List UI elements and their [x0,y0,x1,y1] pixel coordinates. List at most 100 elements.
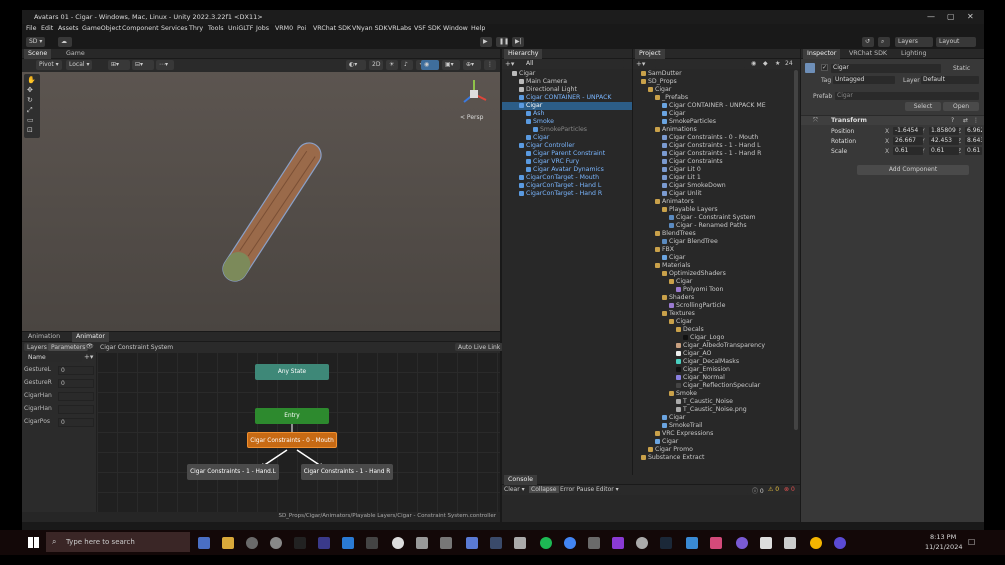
snap-icon[interactable]: ⊞▾ [108,60,130,70]
add-component-button[interactable]: Add Component [857,165,969,175]
app-icon[interactable] [784,537,796,549]
menu-help[interactable]: Help [471,25,485,32]
label-icon[interactable]: ◆ [763,60,768,67]
rotate-tool-icon[interactable]: ↻ [27,96,37,104]
project-item[interactable]: Animations [633,126,793,134]
scene-viewport[interactable]: ✋ ✥ ↻ ⤢ ▭ ⊡ < Persp [22,72,500,331]
transform-z-field[interactable]: 0.61 [965,147,982,155]
parameter-row[interactable]: CigarPos 0 [24,418,96,428]
name-field[interactable]: Cigar [831,64,941,73]
maximize-button[interactable]: ▢ [947,12,955,21]
increment-icon[interactable]: ⋯▾ [156,60,174,70]
collapse-toggle[interactable]: Collapse [529,486,559,493]
light-icon[interactable]: ☀ [386,60,398,70]
unity-icon[interactable] [392,537,404,549]
hierarchy-item[interactable]: Directional Light [502,86,632,94]
scale-tool-icon[interactable]: ⤢ [27,106,37,114]
select-button[interactable]: Select [905,102,941,111]
transform-y-field[interactable]: 1.85809 [929,127,959,135]
menu-jobs[interactable]: Jobs [256,25,269,32]
history-icon[interactable]: ↺ [862,37,874,47]
app-icon[interactable] [490,537,502,549]
clear-dropdown[interactable]: Clear ▾ [504,486,525,493]
project-item[interactable]: Cigar Constraints - 1 - Hand R [633,150,793,158]
transform-z-field[interactable]: 8.643 [965,137,982,145]
perspective-label[interactable]: < Persp [460,114,483,121]
state-machine-graph[interactable]: Any State Entry Cigar Constraints - 0 - … [97,352,500,512]
menu-vrm0[interactable]: VRM0 [275,25,293,32]
search-input[interactable]: All [524,60,624,68]
clock-date[interactable]: 11/21/2024 [925,543,962,551]
any-state-node[interactable]: Any State [255,364,329,380]
project-item[interactable]: BlendTrees [633,230,793,238]
menu-unigltf[interactable]: UniGLTF [228,25,253,32]
project-item[interactable]: Cigar_Normal [633,374,793,382]
notification-icon[interactable]: ☐ [968,538,975,547]
tag-dropdown[interactable]: Untagged [833,76,895,84]
tab-animation[interactable]: Animation [24,332,64,342]
shading-icon[interactable]: ◐▾ [346,60,366,70]
hierarchy-item[interactable]: Cigar [502,134,632,142]
project-item[interactable]: Cigar CONTAINER - UNPACK ME [633,102,793,110]
project-item[interactable]: Polyomi Toon [633,286,793,294]
tab-lighting[interactable]: Lighting [897,49,930,59]
project-item[interactable]: Cigar [633,254,793,262]
app-icon[interactable] [342,537,354,549]
steam-icon[interactable] [660,537,672,549]
settings-icon[interactable]: ⇄ [963,117,968,124]
transform-header[interactable]: ⤧ Transform ? ⇄ ⋮ [801,115,984,125]
project-item[interactable]: Cigar Unlit [633,190,793,198]
project-item[interactable]: Animators [633,198,793,206]
project-item[interactable]: Cigar Promo [633,446,793,454]
rect-tool-icon[interactable]: ▭ [27,116,37,124]
project-item[interactable]: Cigar Constraints [633,158,793,166]
parameter-row[interactable]: CigarHan [24,405,96,415]
hierarchy-item[interactable]: Cigar [502,70,632,78]
state-node-hand-r[interactable]: Cigar Constraints - 1 - Hand R [301,464,393,480]
search-input[interactable]: Name [26,354,82,362]
project-search-input[interactable] [655,60,745,68]
menu-vnyan-sdk[interactable]: VNyan SDK [352,25,388,32]
more-icon[interactable]: ⋮ [973,117,979,124]
project-item[interactable]: SmokeTrail [633,422,793,430]
layer-dropdown[interactable]: Default [921,76,979,84]
transform-tool-icon[interactable]: ⊡ [27,126,37,134]
help-icon[interactable]: ? [951,117,954,124]
tab-console[interactable]: Console [504,475,537,485]
hierarchy-item[interactable]: Cigar CONTAINER - UNPACK [502,94,632,102]
account-dropdown[interactable]: SD ▾ [26,37,46,47]
project-item[interactable]: Cigar_DecalMasks [633,358,793,366]
app-icon[interactable] [198,537,210,549]
transform-y-field[interactable]: 0.61 [929,147,959,155]
cloud-icon[interactable]: ☁ [58,37,72,47]
search-icon[interactable]: ⌕ [878,37,890,47]
file-explorer-icon[interactable] [222,537,234,549]
project-item[interactable]: Smoke [633,390,793,398]
eye-icon[interactable]: 👁 [86,343,94,350]
more-icon[interactable]: ⋮ [484,60,496,70]
filter-icon[interactable]: ◉ [751,60,756,67]
project-item[interactable]: T_Caustic_Noise [633,398,793,406]
star-icon[interactable]: ★ [775,60,780,67]
entry-node[interactable]: Entry [255,408,329,424]
visibility-icon[interactable]: ◉ [421,60,439,70]
state-node-hand-l[interactable]: Cigar Constraints - 1 - Hand.L [187,464,279,480]
pause-icon[interactable]: ❚❚ [496,37,509,47]
project-item[interactable]: Cigar [633,318,793,326]
project-item[interactable]: Textures [633,310,793,318]
hierarchy-item[interactable]: Cigar VRC Fury [502,158,632,166]
menu-file[interactable]: File [26,25,37,32]
auto-live-link-button[interactable]: Auto Live Link [455,343,504,351]
menu-thry[interactable]: Thry [189,25,203,32]
project-item[interactable]: Cigar [633,414,793,422]
app-icon[interactable] [416,537,428,549]
layers-tab[interactable]: Layers [24,343,50,351]
project-item[interactable]: Cigar_AO [633,350,793,358]
project-item[interactable]: Decals [633,326,793,334]
close-button[interactable]: ✕ [967,12,974,21]
app-icon[interactable] [246,537,258,549]
menu-component[interactable]: Component [122,25,159,32]
add-parameter-icon[interactable]: +▾ [84,353,93,361]
app-icon[interactable] [440,537,452,549]
tab-inspector[interactable]: Inspector [803,49,841,59]
